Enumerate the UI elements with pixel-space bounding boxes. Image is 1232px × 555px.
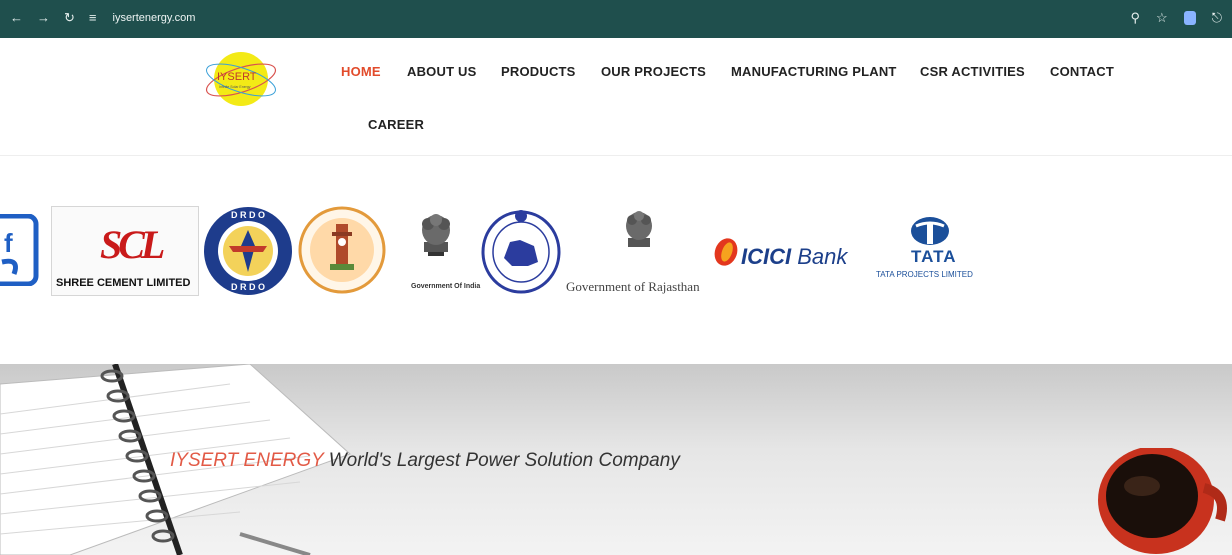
icici-bank-name: ICICI Bank [741,244,847,270]
bank-word: Bank [797,244,848,269]
coffee-cup-illustration [1098,448,1227,554]
svg-text:f: f [4,228,13,258]
nav-home[interactable]: HOME [341,64,381,79]
arrow-left-icon[interactable]: ← [10,10,23,26]
rajasthan-emblem-logo [626,211,652,247]
extensions-puzzle-icon[interactable]: ⎋ [1212,10,1222,26]
tata-symbol [911,217,949,245]
shree-cement-mark: SCL [100,222,165,267]
partial-blue-logo: f [0,214,39,286]
nav-our-projects[interactable]: OUR PROJECTS [601,64,706,79]
bookmark-star-icon[interactable]: ☆ [1156,10,1168,26]
nav-career[interactable]: CAREER [368,117,424,132]
hero-headline: IYSERT ENERGY World's Largest Power Solu… [170,450,680,472]
zoom-icon[interactable]: ⚲ [1131,10,1141,26]
shree-cement-logo: SCL SHREE CEMENT LIMITED [51,206,199,296]
nav-about-us[interactable]: ABOUT US [407,64,477,79]
gov-india-text: Government Of India [411,283,481,290]
nav-manufacturing-plant[interactable]: MANUFACTURING PLANT [731,64,897,79]
icici-symbol [714,238,738,266]
tata-projects-text: TATA PROJECTS LIMITED [876,270,973,279]
hero-brand: IYSERT ENERGY [170,450,324,471]
browser-toolbar: ← → ↻ ≡ iysertenergy.com ⚲ ☆ ⎋ [0,0,1232,38]
icici-word: ICICI [741,244,792,269]
india-emblem-logo [422,214,450,256]
browser-actions: ⚲ ☆ ⎋ [1131,10,1222,26]
tata-word: TATA [911,247,957,266]
reload-icon[interactable]: ↻ [64,10,75,26]
odisha-emblem-logo [481,210,561,294]
drdo-text: D R D O [231,282,265,292]
nav-products[interactable]: PRODUCTS [501,64,576,79]
hero-tagline: World's Largest Power Solution Company [328,450,680,471]
gov-rajasthan-text: Government of Rajasthan [566,279,700,294]
iysert-logo[interactable]: IYSERT Infinite Solar Energy [201,50,281,108]
municipal-emblem-logo [298,206,386,294]
extension-icon[interactable] [1183,11,1196,25]
arrow-right-icon[interactable]: → [37,10,50,26]
nav-csr-activities[interactable]: CSR ACTIVITIES [920,64,1025,79]
site-header: IYSERT Infinite Solar Energy HOME ABOUT … [0,38,1232,156]
nav-contact[interactable]: CONTACT [1050,64,1114,79]
svg-text:Infinite Solar Energy: Infinite Solar Energy [219,85,251,89]
shree-cement-name: SHREE CEMENT LIMITED [56,277,191,289]
site-settings-icon[interactable]: ≡ [89,10,97,26]
browser-nav-controls: ← → ↻ ≡ iysertenergy.com [10,10,195,26]
hero-banner: IYSERT ENERGY World's Largest Power Solu… [0,364,1232,555]
logo-text: IYSERT [217,71,257,83]
drdo-logo: D R D O D R D O [204,207,292,295]
svg-text:D R D O: D R D O [231,210,265,220]
address-bar[interactable]: iysertenergy.com [113,12,196,24]
